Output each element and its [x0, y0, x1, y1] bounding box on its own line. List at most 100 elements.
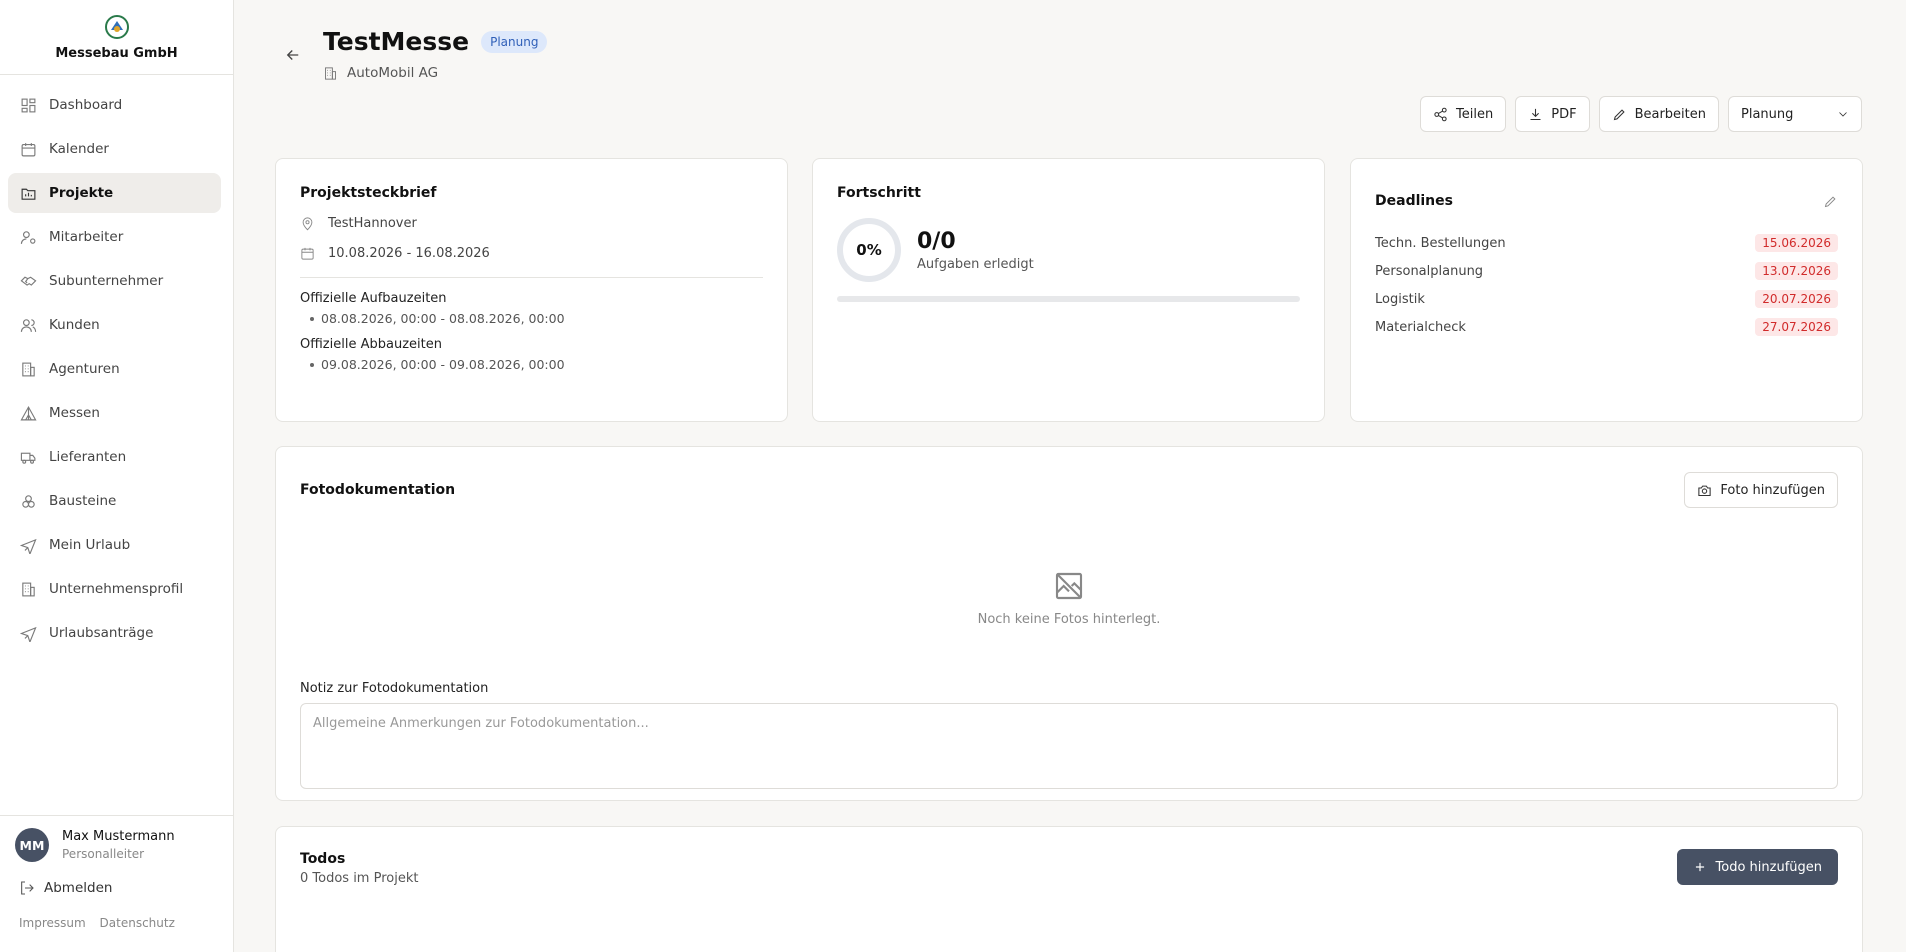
sidebar-item-label: Mein Urlaub	[49, 537, 131, 553]
date-range-text: 10.08.2026 - 16.08.2026	[328, 246, 490, 261]
back-button[interactable]	[284, 46, 302, 64]
deadlines-card: Deadlines Techn. Bestellungen 15.06.2026…	[1350, 158, 1863, 422]
sidebar-item-label: Messen	[49, 405, 100, 421]
avatar: MM	[15, 828, 49, 862]
calendar-icon	[301, 247, 314, 260]
privacy-link[interactable]: Datenschutz	[100, 916, 175, 930]
sidebar-item-urlaubsantraege[interactable]: Urlaubsanträge	[8, 613, 221, 653]
sidebar-item-label: Subunternehmer	[49, 273, 164, 289]
sidebar-item-label: Dashboard	[49, 97, 123, 113]
sidebar-item-label: Agenturen	[49, 361, 120, 377]
users-icon	[20, 318, 37, 332]
location-row: TestHannover	[300, 216, 763, 231]
list-item: Logistik 20.07.2026	[1375, 285, 1838, 313]
dashboard-icon	[21, 98, 36, 112]
photo-documentation-title: Fotodokumentation	[300, 482, 456, 498]
sidebar-item-messen[interactable]: Messen	[8, 393, 221, 433]
sidebar-item-mein-urlaub[interactable]: Mein Urlaub	[8, 525, 221, 565]
map-pin-icon	[302, 217, 313, 231]
company-name: Messebau GmbH	[55, 45, 178, 61]
deadline-date: 15.06.2026	[1755, 234, 1838, 252]
add-todo-label: Todo hinzufügen	[1715, 859, 1822, 875]
share-icon	[1434, 107, 1447, 121]
project-brief-title: Projektsteckbrief	[300, 185, 437, 201]
deadline-name: Materialcheck	[1375, 319, 1466, 335]
sidebar-item-unternehmensprofil[interactable]: Unternehmensprofil	[8, 569, 221, 609]
sidebar-item-label: Bausteine	[49, 493, 117, 509]
progress-bar	[837, 296, 1300, 302]
chevron-down-icon	[1839, 112, 1847, 117]
handshake-icon	[20, 276, 37, 286]
legal-links: Impressum Datenschutz	[0, 896, 233, 930]
imprint-link[interactable]: Impressum	[19, 916, 86, 930]
list-item: Personalplanung 13.07.2026	[1375, 257, 1838, 285]
setup-time-item: 08.08.2026, 00:00 - 08.08.2026, 00:00	[310, 311, 763, 326]
pdf-button[interactable]: PDF	[1515, 96, 1590, 132]
blocks-icon	[22, 494, 35, 508]
todos-card: Todos 0 Todos im Projekt Todo hinzufügen	[275, 826, 1863, 952]
add-todo-button[interactable]: Todo hinzufügen	[1676, 849, 1838, 885]
sidebar-item-kunden[interactable]: Kunden	[8, 305, 221, 345]
image-off-icon	[1055, 572, 1083, 599]
sidebar-item-subunternehmer[interactable]: Subunternehmer	[8, 261, 221, 301]
page-title: TestMesse	[323, 27, 470, 56]
deadlines-list: Techn. Bestellungen 15.06.2026 Personalp…	[1375, 229, 1838, 341]
progress-card: Fortschritt 0% 0/0 Aufgaben erledigt	[812, 158, 1325, 422]
sidebar-item-agenturen[interactable]: Agenturen	[8, 349, 221, 389]
edit-button[interactable]: Bearbeiten	[1598, 96, 1719, 132]
divider	[300, 277, 763, 278]
title-row: TestMesse Planung	[323, 27, 548, 56]
deadline-date: 13.07.2026	[1755, 262, 1838, 280]
share-label: Teilen	[1456, 106, 1494, 122]
sidebar-item-label: Unternehmensprofil	[49, 581, 184, 597]
sidebar-item-kalender[interactable]: Kalender	[8, 129, 221, 169]
logout-label: Abmelden	[44, 880, 113, 896]
list-item: Techn. Bestellungen 15.06.2026	[1375, 229, 1838, 257]
pencil-icon[interactable]	[1823, 194, 1838, 209]
plus-icon	[1695, 862, 1704, 872]
folder-icon	[21, 188, 36, 200]
project-brief-card: Projektsteckbrief TestHannover 10.08.202…	[275, 158, 788, 422]
add-photo-button[interactable]: Foto hinzufügen	[1684, 472, 1838, 508]
building-icon	[22, 362, 35, 376]
sidebar-item-label: Urlaubsanträge	[49, 625, 154, 641]
customer-name: AutoMobil AG	[347, 65, 439, 81]
note-label: Notiz zur Fotodokumentation	[300, 681, 489, 696]
main-content: TestMesse Planung AutoMobil AG Teilen PD…	[234, 0, 1906, 952]
deadline-date: 27.07.2026	[1755, 318, 1838, 336]
deadline-name: Techn. Bestellungen	[1375, 235, 1506, 251]
status-badge: Planung	[481, 30, 548, 53]
sidebar-item-bausteine[interactable]: Bausteine	[8, 481, 221, 521]
arrow-left-icon	[286, 50, 299, 60]
logout-icon	[21, 881, 34, 895]
logout-button[interactable]: Abmelden	[0, 862, 233, 896]
status-select[interactable]: Planung	[1728, 96, 1862, 132]
building-icon	[325, 66, 336, 80]
date-row: 10.08.2026 - 16.08.2026	[300, 246, 763, 261]
sidebar-item-label: Mitarbeiter	[49, 229, 124, 245]
sidebar-item-lieferanten[interactable]: Lieferanten	[8, 437, 221, 477]
calendar-icon	[21, 142, 36, 156]
add-photo-label: Foto hinzufügen	[1720, 482, 1825, 498]
tent-icon	[20, 405, 37, 420]
sidebar-item-mitarbeiter[interactable]: Mitarbeiter	[8, 217, 221, 257]
progress-label: Aufgaben erledigt	[917, 256, 1034, 272]
pdf-label: PDF	[1551, 106, 1577, 122]
empty-text: Noch keine Fotos hinterlegt.	[977, 611, 1161, 627]
action-bar: Teilen PDF Bearbeiten Planung	[1420, 96, 1862, 132]
photo-note-textarea[interactable]: Allgemeine Anmerkungen zur Fotodokumenta…	[300, 703, 1838, 789]
share-button[interactable]: Teilen	[1420, 96, 1507, 132]
sidebar-item-projekte[interactable]: Projekte	[8, 173, 221, 213]
company-logo-icon	[104, 14, 129, 39]
deadline-name: Logistik	[1375, 291, 1425, 307]
progress-title: Fortschritt	[837, 185, 921, 201]
user-name: Max Mustermann	[62, 829, 175, 844]
user-profile[interactable]: MM Max Mustermann Personalleiter	[0, 816, 233, 862]
brand: Messebau GmbH	[0, 0, 233, 75]
sidebar-item-dashboard[interactable]: Dashboard	[8, 85, 221, 125]
deadline-name: Personalplanung	[1375, 263, 1484, 279]
location-text: TestHannover	[328, 216, 417, 231]
truck-icon	[20, 452, 36, 464]
status-select-value: Planung	[1741, 106, 1794, 122]
sidebar: Messebau GmbH Dashboard Kalender Projekt…	[0, 0, 234, 952]
